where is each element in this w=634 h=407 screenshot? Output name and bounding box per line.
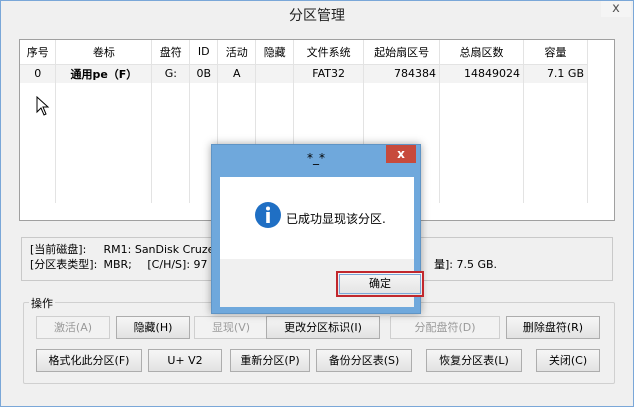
assign-drive-letter-button[interactable]: 分配盘符(D) (390, 316, 500, 339)
mouse-cursor-icon (36, 96, 50, 116)
cell-filesystem: FAT32 (293, 64, 365, 83)
col-header-index[interactable]: 序号 (20, 40, 57, 65)
col-header-capacity[interactable]: 容量 (523, 40, 588, 65)
window-title: 分区管理 (289, 8, 345, 24)
partition-table-type-value: MBR; (103, 258, 132, 271)
message-dialog: *_* x 已成功显现该分区. 确定 (211, 144, 424, 314)
backup-partition-table-button[interactable]: 备份分区表(S) (316, 349, 412, 372)
col-header-start-sector[interactable]: 起始扇区号 (363, 40, 441, 65)
empty-row (20, 123, 588, 143)
dialog-message: 已成功显现该分区. (286, 212, 386, 226)
repartition-button[interactable]: 重新分区(P) (230, 349, 310, 372)
col-header-filesystem[interactable]: 文件系统 (293, 40, 365, 65)
table-row[interactable]: 0 通用pe（F） G: 0B A FAT32 784384 14849024 … (20, 64, 588, 83)
cell-drive-letter: G: (151, 64, 191, 83)
cell-volume-label: 通用pe（F） (55, 64, 153, 83)
cell-active: A (217, 64, 257, 83)
current-disk-label: [当前磁盘]: (30, 243, 87, 256)
operations-label: 操作 (29, 295, 55, 311)
col-header-volume-label[interactable]: 卷标 (55, 40, 153, 65)
partition-manager-window: 分区管理 x 序号 卷标 盘符 ID 活动 隐藏 文件系统 起始扇区号 总扇区数… (0, 0, 634, 407)
window-close-button[interactable]: x (601, 1, 631, 17)
close-button[interactable]: 关闭(C) (536, 349, 600, 372)
dialog-body: 已成功显现该分区. 确定 (220, 177, 424, 307)
title-bar: 分区管理 x (1, 1, 633, 27)
ok-button-label: 确定 (339, 274, 421, 294)
close-icon: x (612, 1, 620, 16)
col-header-active[interactable]: 活动 (217, 40, 257, 65)
col-header-drive-letter[interactable]: 盘符 (151, 40, 191, 65)
capacity-value: 量]: 7.5 GB. (434, 258, 498, 271)
format-partition-button[interactable]: 格式化此分区(F) (36, 349, 142, 372)
partition-table-type-label: [分区表类型]: (30, 258, 98, 271)
chs-value: [C/H/S]: 97 (147, 258, 208, 271)
operations-group: 激活(A) 隐藏(H) 显现(V) 更改分区标识(I) 分配盘符(D) 删除盘符… (23, 302, 615, 384)
empty-row (20, 83, 588, 103)
cell-start-sector: 784384 (363, 64, 441, 83)
dialog-close-button[interactable]: x (386, 145, 416, 163)
table-header-row: 序号 卷标 盘符 ID 活动 隐藏 文件系统 起始扇区号 总扇区数 容量 (20, 40, 588, 65)
remove-drive-letter-button[interactable]: 删除盘符(R) (506, 316, 600, 339)
cell-total-sectors: 14849024 (439, 64, 524, 83)
close-icon: x (397, 147, 405, 161)
col-header-total-sectors[interactable]: 总扇区数 (439, 40, 524, 65)
cell-capacity: 7.1 GB (523, 64, 588, 83)
activate-button[interactable]: 激活(A) (36, 316, 110, 339)
current-disk-value: RM1: SanDisk Cruzer (103, 243, 219, 256)
show-button[interactable]: 显现(V) (194, 316, 268, 339)
cell-id: 0B (189, 64, 219, 83)
col-header-hidden[interactable]: 隐藏 (255, 40, 295, 65)
cell-index: 0 (20, 64, 57, 83)
hide-button[interactable]: 隐藏(H) (116, 316, 190, 339)
cell-hidden (255, 64, 295, 83)
ok-button[interactable]: 确定 (336, 271, 424, 297)
col-header-id[interactable]: ID (189, 40, 219, 65)
u-plus-v2-button[interactable]: U+ V2 (148, 349, 222, 372)
info-icon (255, 202, 281, 228)
empty-row (20, 103, 588, 123)
change-partition-id-button[interactable]: 更改分区标识(I) (266, 316, 380, 339)
restore-partition-table-button[interactable]: 恢复分区表(L) (426, 349, 522, 372)
